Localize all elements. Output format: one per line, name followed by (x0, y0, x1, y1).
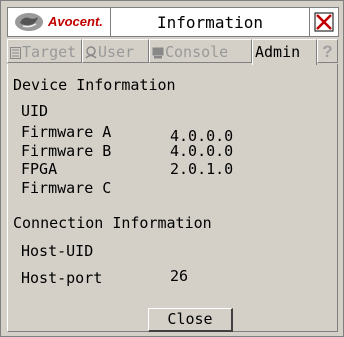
tab-admin[interactable]: Admin (252, 39, 317, 65)
host-port-value: 26 (170, 267, 189, 285)
console-icon (152, 47, 164, 58)
firmware-a-label: Firmware A (21, 123, 112, 141)
title-bar: Avocent. Information (7, 7, 339, 37)
close-icon (314, 12, 334, 32)
firmware-b-value: 4.0.0.0 (170, 142, 234, 160)
close-button[interactable]: Close (148, 308, 233, 332)
tab-target[interactable]: Target (7, 39, 82, 63)
fpga-label: FPGA (21, 160, 58, 178)
window-title-box: Information (110, 7, 310, 37)
user-icon (85, 46, 97, 59)
admin-info-panel: Device Information UID Firmware A 4.0.0.… (7, 64, 338, 332)
tab-user-label: User (98, 43, 135, 61)
avocent-logo-icon (15, 13, 43, 31)
close-window-button[interactable] (309, 7, 339, 37)
firmware-c-label: Firmware C (21, 179, 112, 197)
dialog-window: Avocent. Information Target User Console… (0, 0, 344, 337)
help-button[interactable]: ? (317, 39, 338, 63)
window-title: Information (157, 13, 263, 32)
brand-logo: Avocent. (7, 7, 111, 37)
device-info-heading: Device Information (13, 76, 176, 94)
target-icon (10, 46, 21, 59)
uid-label: UID (21, 102, 49, 120)
host-port-label: Host-port (21, 269, 103, 287)
tab-console[interactable]: Console (149, 39, 252, 63)
brand-name: Avocent. (48, 14, 103, 29)
tab-bar: Target User Console Admin ? (7, 39, 338, 65)
tab-user[interactable]: User (82, 39, 149, 63)
help-icon: ? (322, 42, 333, 61)
firmware-b-label: Firmware B (21, 142, 112, 160)
connection-info-heading: Connection Information (13, 214, 212, 232)
tab-console-label: Console (165, 43, 229, 61)
tab-admin-label: Admin (255, 43, 301, 61)
host-uid-label: Host-UID (21, 242, 94, 260)
tab-target-label: Target (22, 43, 77, 61)
fpga-value: 2.0.1.0 (170, 160, 234, 178)
